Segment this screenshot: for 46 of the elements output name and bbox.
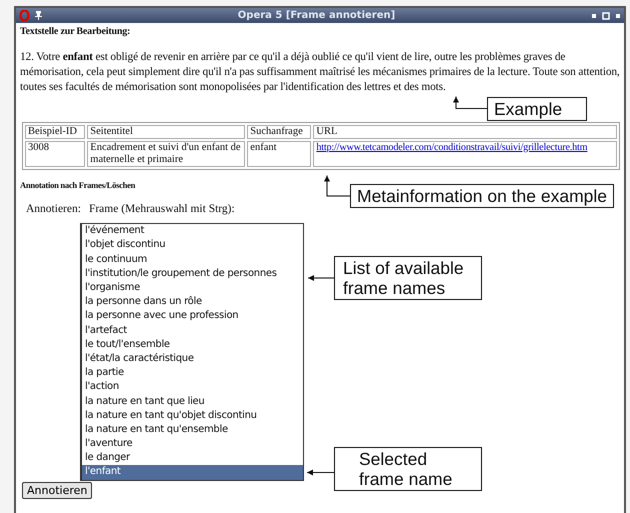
list-option[interactable]: l'état/la caractéristique (82, 352, 303, 366)
column-header: Suchanfrage (247, 124, 312, 138)
list-option[interactable]: l'événement (82, 224, 303, 238)
list-option[interactable]: la partie (82, 366, 303, 380)
frame-listbox[interactable] (80, 223, 304, 481)
maximize-icon[interactable] (602, 12, 610, 20)
callout-label: Selected frame name (334, 447, 482, 491)
leader-arrow (324, 175, 350, 196)
minimize-icon[interactable] (591, 12, 597, 18)
column-header: Seitentitel (87, 124, 246, 138)
callout-label: List of available frame names (334, 256, 482, 300)
field-label: Annotieren: (26, 202, 81, 217)
list-option[interactable]: le tout/l'ensemble (82, 338, 303, 352)
leader-arrow (308, 275, 334, 281)
list-option[interactable]: l'institution/le groupement de personnes (82, 266, 303, 281)
leader-arrow (306, 470, 334, 476)
callout-label: Metainformation on the example (350, 184, 614, 208)
column-header: URL (313, 124, 617, 138)
list-option[interactable]: la nature en tant que lieu (82, 394, 303, 409)
annotate-button[interactable]: Annotieren (22, 482, 92, 499)
callout-label: Example (487, 96, 587, 120)
leader-arrow (453, 96, 488, 109)
window-title: Opera 5 [Frame annotieren] (236, 10, 396, 21)
list-option[interactable]: l'enfant (82, 465, 303, 480)
section-heading: Annotation nach Frames/Löschen (20, 178, 136, 192)
list-option[interactable]: le danger (82, 451, 303, 466)
list-option[interactable]: la personne avec une profession (82, 309, 303, 324)
list-option[interactable]: l'organisme (82, 281, 303, 296)
list-label: Frame (Mehrauswahl mit Strg): (88, 202, 235, 217)
section-heading: Textstelle zur Bearbeitung: (20, 26, 130, 38)
pin-icon[interactable] (35, 11, 42, 20)
list-option[interactable]: la nature en tant qu'objet discontinu (82, 408, 303, 423)
list-option[interactable]: le continuum (82, 252, 303, 267)
list-option[interactable]: l'objet discontinu (82, 238, 303, 253)
list-option[interactable]: l'aventure (82, 437, 303, 452)
column-header: Beispiel-ID (25, 124, 86, 138)
table-cell: 3008 (25, 140, 86, 166)
list-option[interactable]: l'artefact (82, 324, 303, 338)
example-passage: 12. Votre enfant est obligé de revenir en arrière par ce qu'il a déjà oublié ce qu'il vient de lire, outre les problèmes graves de mémorisation, cela peut simplement dire qu'il n'a pas suffisamment maîtrisé les mécanismes primaires de la lecture. Toute son attention, toutes ses facultés de mémorisation sont monopolisées par l'identification des lettres et des mots. (20, 50, 620, 94)
logo-icon (19, 10, 30, 21)
table-cell: Encadrement et suivi d'un enfant de maternelle et primaire (87, 140, 246, 166)
close-icon[interactable] (615, 12, 621, 18)
list-option[interactable]: la personne dans un rôle (82, 295, 303, 310)
table-cell: enfant (247, 140, 312, 166)
list-option[interactable]: la nature en tant qu'ensemble (82, 422, 303, 438)
list-option[interactable]: l'action (82, 380, 303, 394)
